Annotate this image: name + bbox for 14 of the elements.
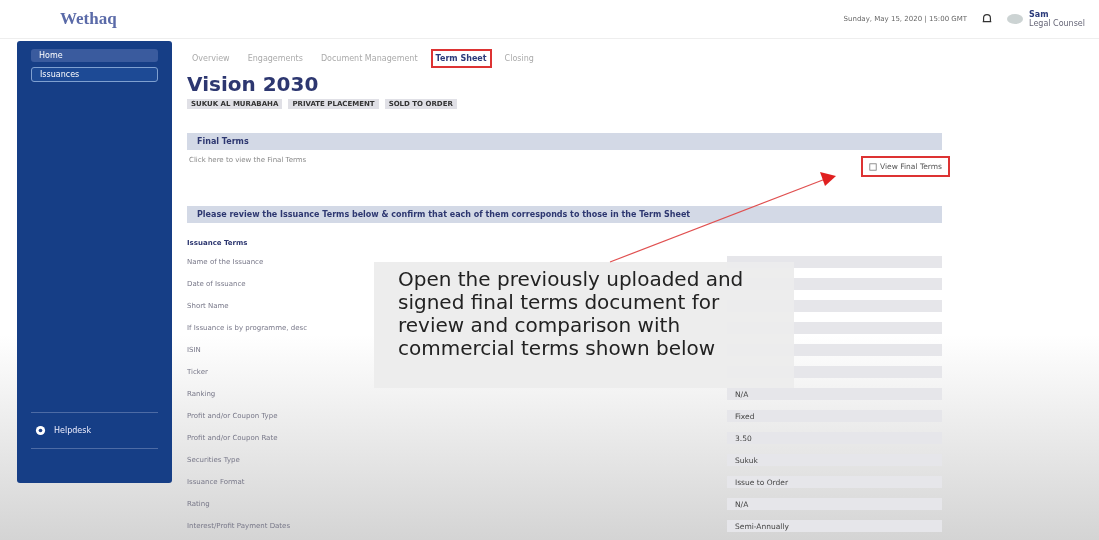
page-title: Vision 2030: [187, 72, 320, 96]
notification-bell-icon[interactable]: [981, 13, 994, 25]
user-name: Sam: [1029, 10, 1050, 19]
section-heading: Please review the Issuance Terms below & confirm that each of them corresponds to those in the Term Sheet: [187, 206, 942, 223]
helpdesk-link[interactable]: Helpdesk: [35, 425, 154, 436]
document-icon: [869, 162, 878, 171]
callout-text: Open the previously uploaded and signed final terms document for review and comparison with commercial terms shown below: [374, 262, 794, 388]
user-role: Legal Counsel: [1029, 19, 1085, 28]
help-icon: [35, 425, 46, 436]
sidebar-item[interactable]: Home: [31, 49, 158, 62]
logo: Wethaq: [60, 9, 117, 29]
sidebar-item[interactable]: Issuances: [31, 67, 158, 82]
section-heading: Final Terms: [187, 133, 942, 150]
tab[interactable]: Term Sheet: [430, 49, 492, 68]
